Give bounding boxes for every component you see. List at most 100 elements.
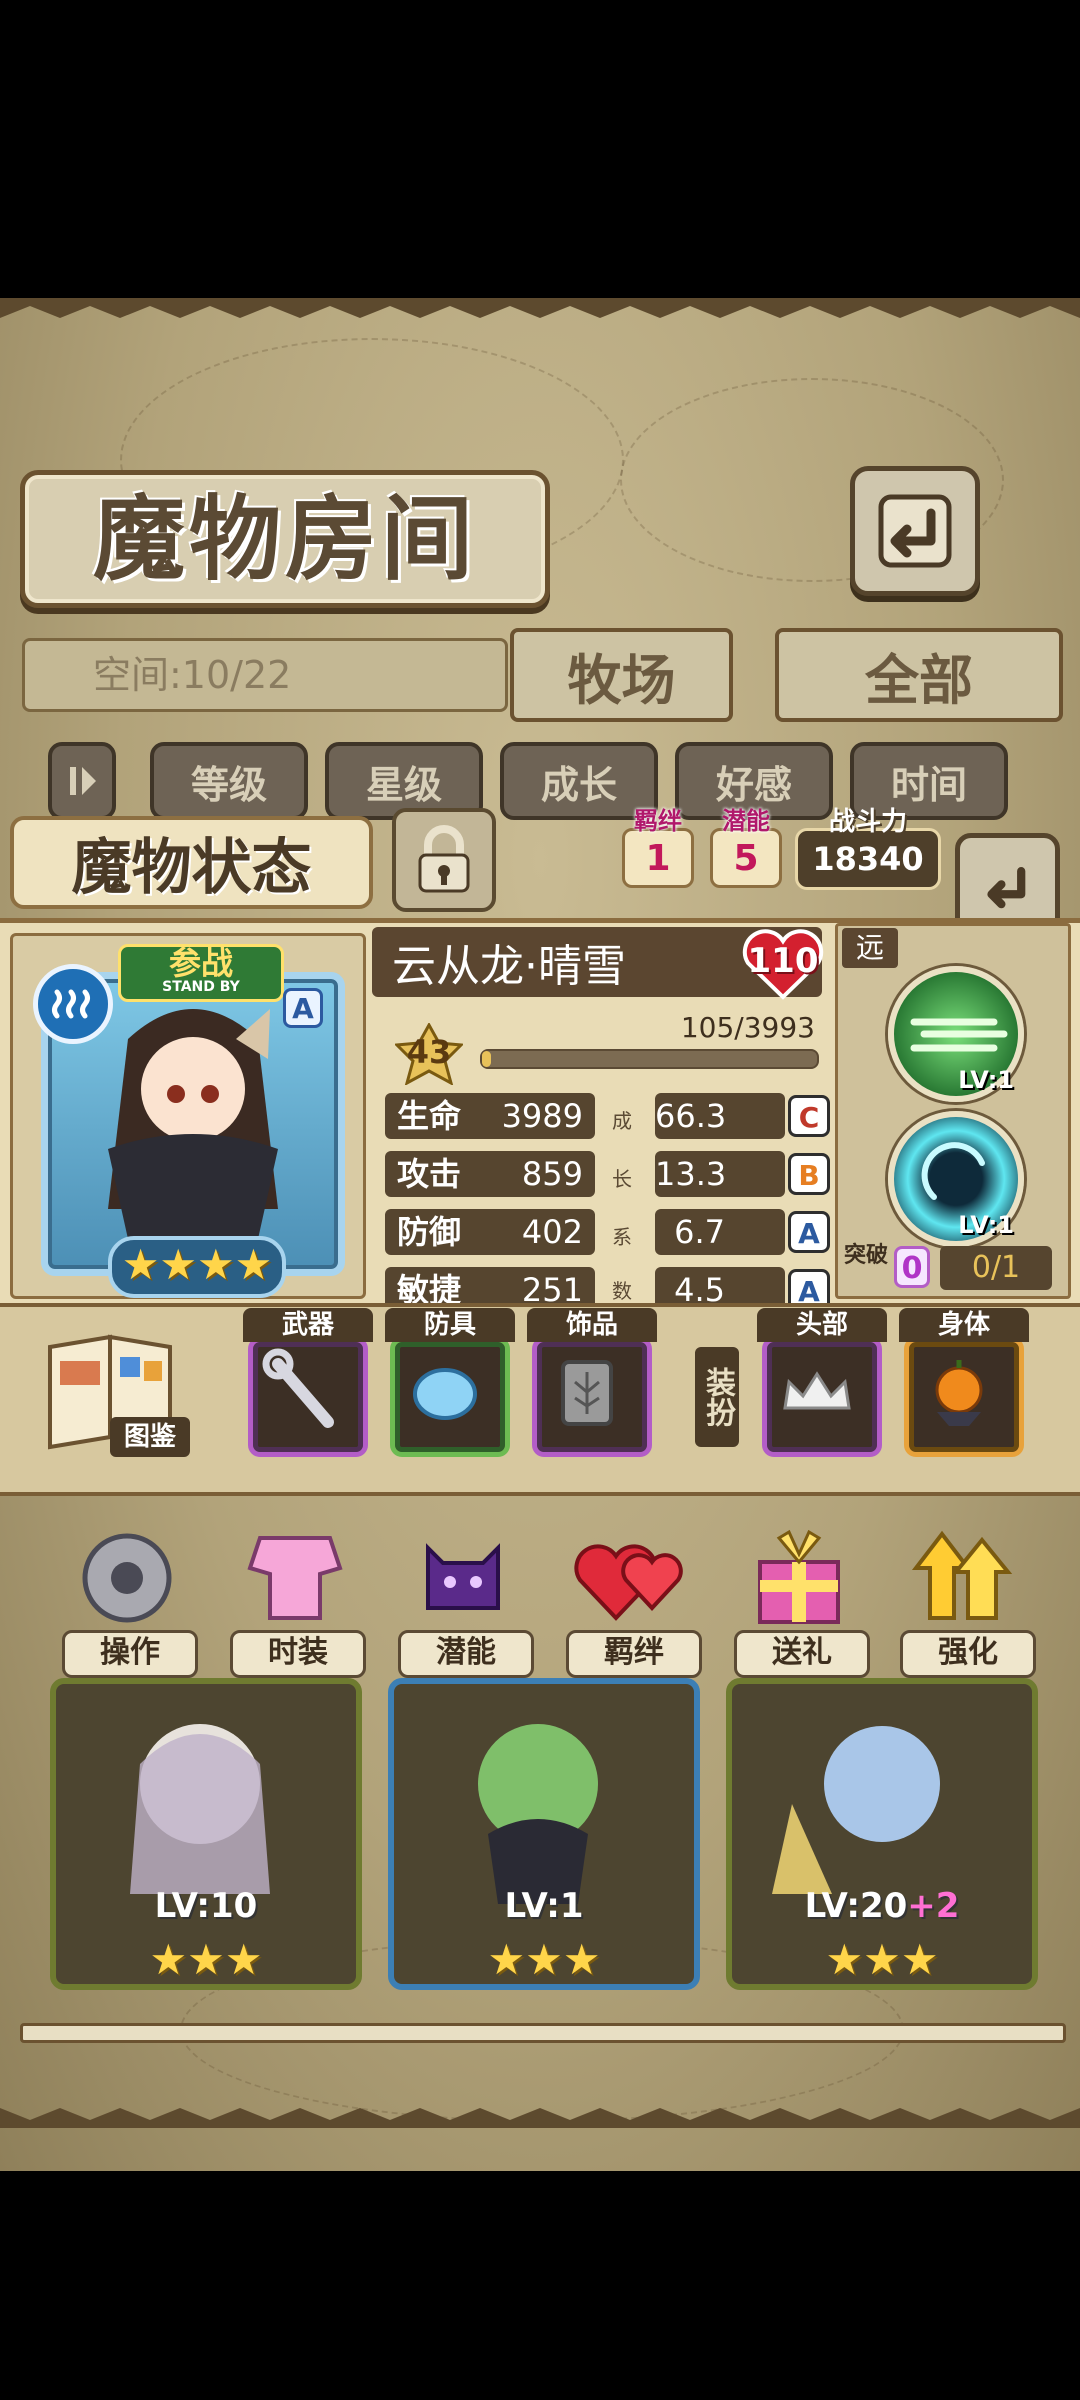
monster-card-3[interactable]: LV:20+2 ★★★ [726,1678,1038,1990]
skill-level: LV:1 [958,1211,1014,1239]
stat-value: 402 [521,1213,583,1251]
stat-name: 防御 [397,1213,462,1251]
action-label: 潜能 [398,1630,534,1678]
demon-icon [426,1543,500,1610]
slot-caption: 防具 [385,1308,515,1342]
growth-label-char: 数 [612,1279,632,1303]
monster-card-1[interactable]: LV:10 ★★★ [50,1678,362,1990]
growth-box: 13.3 [655,1151,785,1197]
tab-all-label: 全部 [865,647,973,712]
stat-value: 859 [521,1155,583,1193]
monster-card-2[interactable]: LV:1 ★★★ [388,1678,700,1990]
action-gift[interactable]: 送礼 [724,1518,874,1678]
potential-badge: 潜能 5 [710,807,782,888]
exp-bar-fill [482,1051,491,1067]
card-stars: ★★★ [150,1935,263,1984]
stat-row-attack: 攻击 859 13.3 B [385,1151,830,1199]
card-stars: ★★★ [826,1935,939,1984]
equipment-row: 图鉴 武器 防具 饰品 装扮 头部 身体 [0,1303,1080,1496]
growth-label-char: 长 [612,1167,632,1191]
shield-icon [413,1368,477,1420]
monster-name: 云从龙·晴雪 [392,941,626,992]
action-potential[interactable]: 潜能 [388,1518,538,1678]
monster-sprite [772,1726,940,1894]
action-label: 送礼 [734,1630,870,1678]
slot-caption: 饰品 [527,1308,657,1342]
slot-caption: 头部 [757,1308,887,1342]
action-enhance[interactable]: 强化 [890,1518,1040,1678]
filter-growth-label: 成长 [540,762,617,807]
action-outfit[interactable]: 时装 [220,1518,370,1678]
equip-slot-body[interactable]: 身体 [899,1308,1029,1457]
card-level-text: LV:1 [504,1886,584,1926]
status-title: 魔物状态 [10,816,373,909]
slot-caption: 武器 [243,1308,373,1342]
bottom-scroll-bar [20,2023,1066,2043]
level-value: 43 [406,1033,452,1071]
action-label: 强化 [900,1630,1036,1678]
card-level-text: LV:20 [804,1886,908,1926]
stat-row-agility: 敏捷 251 4.5 A [385,1267,830,1313]
card-stars: ★★★ [488,1935,601,1984]
exp-text: 105/3993 [680,1011,815,1044]
storage-space-bar: 空间:10/22 [22,638,508,712]
tiara-icon [783,1371,851,1410]
filter-level[interactable]: 等级 [150,742,308,820]
growth-value: 13.3 [655,1155,727,1193]
filter-level-label: 等级 [190,762,267,807]
tab-all[interactable]: 全部 [775,628,1063,722]
game-canvas: 魔物房间 空间:10/22 牧场 全部 等级 星级 成长 好感 时间 魔物状态 [0,298,1080,2171]
stat-name-box: 攻击 859 [385,1151,595,1197]
sort-toggle-button[interactable] [48,742,116,820]
growth-label-char: 成 [612,1109,632,1133]
tablet-icon [561,1360,613,1426]
skill-slot-1[interactable]: LV:1 [888,966,1024,1102]
monster-status-panel: 参战 STAND BY A ★★★★ 云从龙·晴雪 110 43 105/399… [0,918,1080,1313]
codex-button[interactable]: 图鉴 [40,1327,190,1467]
page-title: 魔物房间 [92,485,477,593]
dress-up-label: 装扮 [695,1347,739,1447]
filter-star-label: 星级 [365,762,442,807]
growth-value: 6.7 [674,1213,725,1251]
action-operate[interactable]: 操作 [52,1518,202,1678]
equip-slot-weapon[interactable]: 武器 [243,1308,373,1457]
action-bond[interactable]: 羁绊 [556,1518,706,1678]
gear-icon [82,1533,172,1623]
gift-icon [758,1529,840,1624]
tab-ranch-label: 牧场 [567,647,676,712]
exp-bar [480,1049,819,1069]
stat-name: 生命 [397,1097,462,1135]
bond-caption: 羁绊 [634,807,682,835]
equip-slot-head[interactable]: 头部 [757,1308,887,1457]
slot-caption: 身体 [899,1308,1029,1342]
stat-name: 攻击 [397,1155,462,1193]
bottom-border [0,2108,1080,2128]
standby-label: 参战 [168,944,233,982]
water-element-icon [33,964,113,1044]
card-level-bonus: +2 [907,1886,960,1926]
return-arrow-icon [878,494,952,568]
card-level: LV:1 [394,1886,694,1926]
stat-value: 3989 [501,1097,583,1135]
skill-slot-2[interactable]: LV:1 [888,1111,1024,1247]
level-badge: 43 [393,1021,465,1087]
combat-power-value: 18340 [812,840,924,878]
growth-grade: B [788,1153,830,1195]
bond-value: 1 [645,837,671,879]
lock-button[interactable] [392,808,496,912]
card-level-text: LV:10 [154,1886,258,1926]
card-stars-glyphs: ★★★ [825,1935,939,1984]
equip-slot-armor[interactable]: 防具 [385,1308,515,1457]
tab-ranch[interactable]: 牧场 [510,628,733,722]
codex-label: 图鉴 [110,1417,190,1457]
pause-sort-icon [70,767,96,795]
outfit-icon [247,1536,343,1620]
lock-icon [418,825,470,893]
range-badge: 远 [842,928,898,968]
growth-box: 66.3 [655,1093,785,1139]
breakthrough-label: 突破 [844,1243,889,1268]
back-button[interactable] [850,466,980,596]
rarity-stars-glyphs: ★★★★ [121,1240,273,1289]
bond-badge: 羁绊 1 [622,807,694,888]
equip-slot-accessory[interactable]: 饰品 [527,1308,657,1457]
